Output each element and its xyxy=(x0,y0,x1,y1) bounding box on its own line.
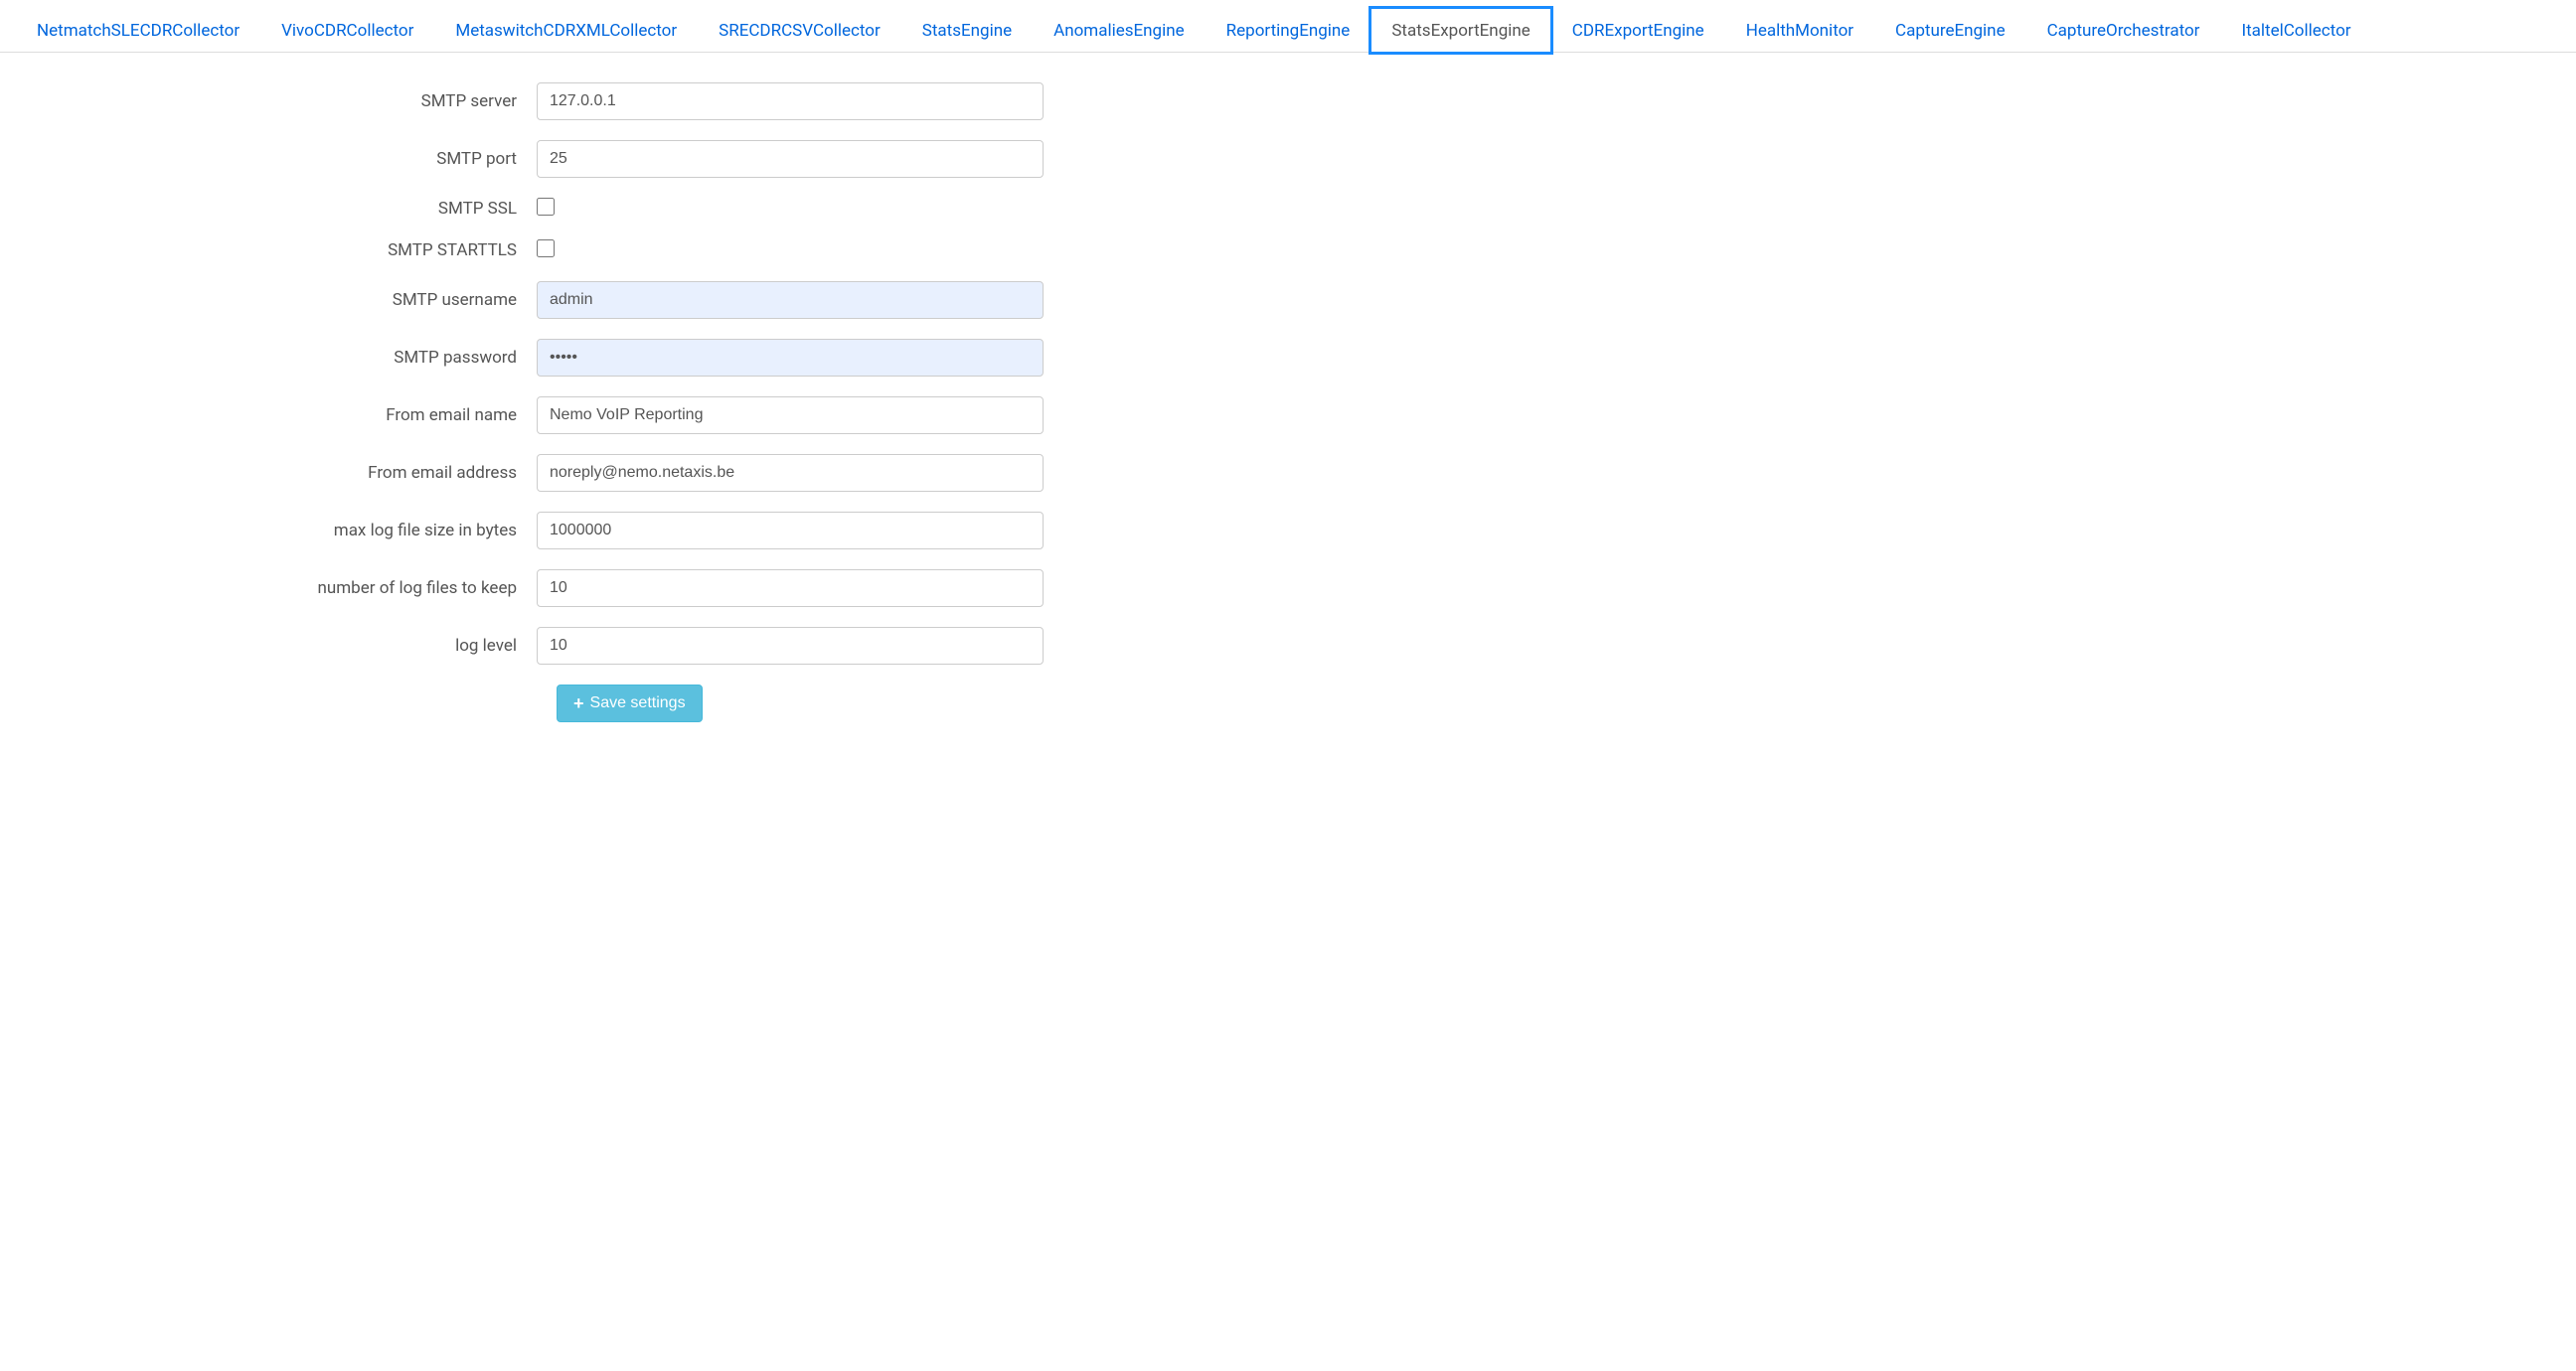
save-button-label: Save settings xyxy=(590,694,686,712)
tab-metaswitchcdrxmlcollector[interactable]: MetaswitchCDRXMLCollector xyxy=(434,8,698,53)
tabs-navigation: NetmatchSLECDRCollectorVivoCDRCollectorM… xyxy=(0,0,2576,53)
form-row-max-log-size: max log file size in bytes xyxy=(20,512,1073,549)
plus-icon: + xyxy=(573,694,584,712)
tab-healthmonitor[interactable]: HealthMonitor xyxy=(1725,8,1874,53)
form-row-log-level: log level xyxy=(20,627,1073,665)
smtp-ssl-label: SMTP SSL xyxy=(20,199,537,219)
smtp-starttls-label: SMTP STARTTLS xyxy=(20,240,537,260)
settings-form: SMTP server SMTP port SMTP SSL SMTP STAR… xyxy=(0,53,1093,752)
smtp-server-input[interactable] xyxy=(537,82,1044,120)
tab-captureorchestrator[interactable]: CaptureOrchestrator xyxy=(2026,8,2221,53)
form-row-smtp-ssl: SMTP SSL xyxy=(20,198,1073,220)
smtp-port-label: SMTP port xyxy=(20,149,537,169)
tab-vivocdrcollector[interactable]: VivoCDRCollector xyxy=(260,8,434,53)
save-settings-button[interactable]: + Save settings xyxy=(557,685,703,722)
tab-captureengine[interactable]: CaptureEngine xyxy=(1874,8,2026,53)
smtp-starttls-checkbox[interactable] xyxy=(537,239,555,257)
smtp-password-label: SMTP password xyxy=(20,348,537,368)
from-email-address-input[interactable] xyxy=(537,454,1044,492)
max-log-size-label: max log file size in bytes xyxy=(20,521,537,540)
from-email-name-input[interactable] xyxy=(537,396,1044,434)
form-row-smtp-username: SMTP username xyxy=(20,281,1073,319)
num-log-files-label: number of log files to keep xyxy=(20,578,537,598)
from-email-address-label: From email address xyxy=(20,463,537,483)
num-log-files-input[interactable] xyxy=(537,569,1044,607)
tab-anomaliesengine[interactable]: AnomaliesEngine xyxy=(1033,8,1206,53)
button-row: + Save settings xyxy=(20,685,1073,722)
tab-srecdrcsvcollector[interactable]: SRECDRCSVCollector xyxy=(698,8,901,53)
log-level-label: log level xyxy=(20,636,537,656)
smtp-server-label: SMTP server xyxy=(20,91,537,111)
form-row-smtp-password: SMTP password xyxy=(20,339,1073,377)
form-row-smtp-server: SMTP server xyxy=(20,82,1073,120)
smtp-username-label: SMTP username xyxy=(20,290,537,310)
form-row-from-email-name: From email name xyxy=(20,396,1073,434)
tab-netmatchslecdrcollector[interactable]: NetmatchSLECDRCollector xyxy=(16,8,260,53)
smtp-port-input[interactable] xyxy=(537,140,1044,178)
form-row-smtp-starttls: SMTP STARTTLS xyxy=(20,239,1073,261)
form-row-from-email-address: From email address xyxy=(20,454,1073,492)
tab-italtelcollector[interactable]: ItaltelCollector xyxy=(2220,8,2371,53)
smtp-ssl-checkbox[interactable] xyxy=(537,198,555,216)
form-row-smtp-port: SMTP port xyxy=(20,140,1073,178)
form-row-num-log-files: number of log files to keep xyxy=(20,569,1073,607)
log-level-input[interactable] xyxy=(537,627,1044,665)
from-email-name-label: From email name xyxy=(20,405,537,425)
tab-reportingengine[interactable]: ReportingEngine xyxy=(1206,8,1371,53)
tab-statsengine[interactable]: StatsEngine xyxy=(901,8,1033,53)
smtp-password-input[interactable] xyxy=(537,339,1044,377)
tab-cdrexportengine[interactable]: CDRExportEngine xyxy=(1551,8,1725,53)
max-log-size-input[interactable] xyxy=(537,512,1044,549)
smtp-username-input[interactable] xyxy=(537,281,1044,319)
tab-statsexportengine[interactable]: StatsExportEngine xyxy=(1370,8,1550,53)
